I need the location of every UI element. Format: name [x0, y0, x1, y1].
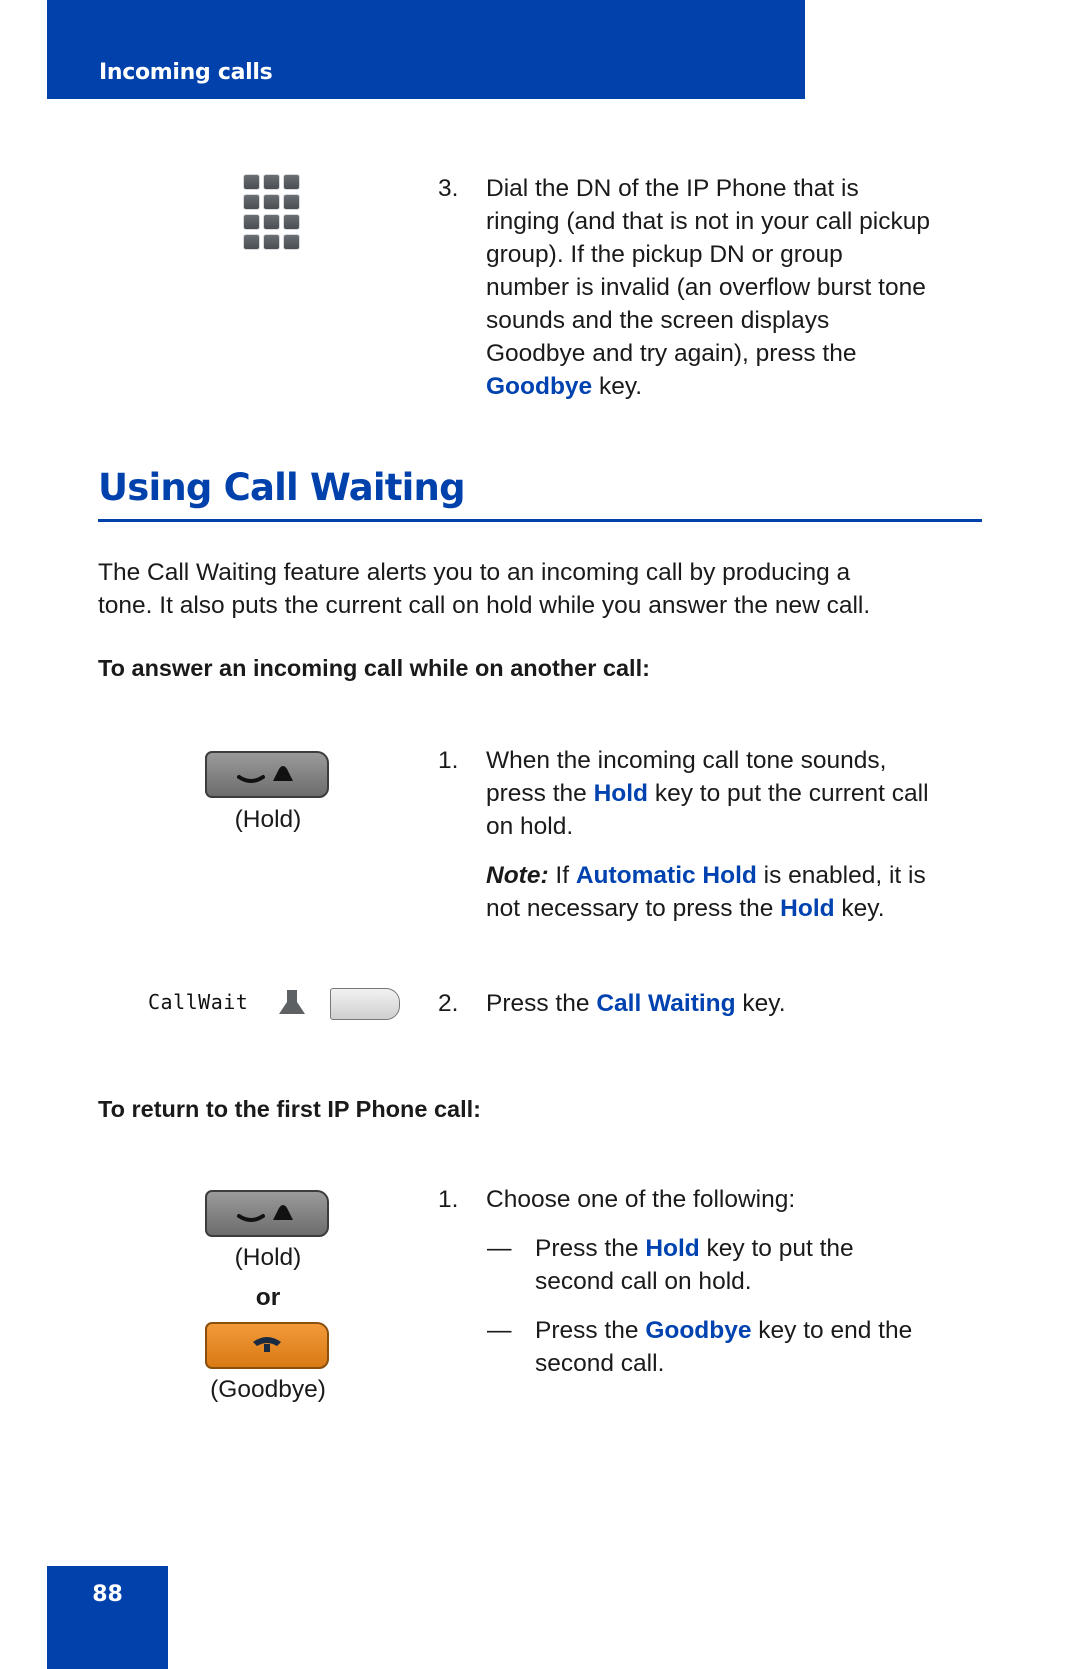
- hold-caption: (Hold): [234, 1244, 302, 1271]
- option-dash: —: [487, 1317, 512, 1344]
- hold-key-ref: Hold: [780, 895, 835, 922]
- automatic-hold-ref: Automatic Hold: [575, 862, 757, 889]
- or-label: or: [255, 1284, 281, 1311]
- section-intro: The Call Waiting feature alerts you to a…: [98, 556, 870, 622]
- note-text: If: [548, 862, 576, 889]
- hold-key-image: [205, 751, 329, 798]
- hold-key-ref: Hold: [593, 780, 649, 807]
- step-line: press the Hold key to put the current ca…: [486, 777, 1006, 810]
- callwait-softkey-label: CallWait: [148, 990, 249, 1014]
- goodbye-handset-icon: [253, 1337, 281, 1352]
- note-text: is enabled, it is: [756, 862, 926, 889]
- call-waiting-key-ref: Call Waiting: [596, 990, 736, 1017]
- hold-icon: [237, 766, 293, 783]
- note-text: not necessary to press the: [486, 895, 781, 922]
- step-number: 3.: [438, 175, 459, 202]
- chapter-title: Incoming calls: [99, 60, 273, 85]
- step-text: key to put the current call: [648, 780, 929, 807]
- step-line: Goodbye key.: [486, 370, 1006, 403]
- return-procedure-heading: To return to the first IP Phone call:: [98, 1096, 481, 1122]
- step-text: key.: [735, 990, 786, 1017]
- option-text: Press the: [535, 1317, 646, 1344]
- step-number: 2.: [438, 990, 459, 1017]
- step-line: Goodbye and try again), press the: [486, 340, 857, 367]
- intro-line: The Call Waiting feature alerts you to a…: [98, 559, 851, 586]
- goodbye-key-image: [205, 1322, 329, 1369]
- hold-caption: (Hold): [234, 806, 302, 833]
- note: Note: If Automatic Hold is enabled, it i…: [486, 859, 1006, 925]
- step-line: When the incoming call tone sounds,: [486, 747, 887, 774]
- softkey-indicator-icon: [279, 990, 305, 1014]
- hold-icon: [237, 1205, 293, 1222]
- page-number: 88: [92, 1582, 123, 1607]
- option-text: Press the: [535, 1235, 646, 1262]
- section-title: Using Call Waiting: [98, 466, 466, 509]
- goodbye-caption: (Goodbye): [210, 1376, 326, 1403]
- step-line: number is invalid (an overflow burst ton…: [486, 274, 926, 301]
- option-text: second call.: [535, 1350, 665, 1377]
- step-text: key.: [592, 373, 643, 400]
- step-text: Choose one of the following:: [486, 1186, 796, 1213]
- header-band: Incoming calls: [47, 0, 805, 99]
- step-number: 1.: [438, 1186, 459, 1213]
- option-text: key to put the: [699, 1235, 854, 1262]
- step-line: group). If the pickup DN or group: [486, 241, 843, 268]
- step-line: Dial the DN of the IP Phone that is: [486, 175, 859, 202]
- step-line: sounds and the screen displays: [486, 307, 830, 334]
- section-divider: [98, 519, 982, 522]
- hold-key-ref: Hold: [645, 1235, 700, 1262]
- step-number: 1.: [438, 747, 459, 774]
- answer-procedure-heading: To answer an incoming call while on anot…: [98, 655, 650, 681]
- step-text: press the: [486, 780, 594, 807]
- page-number-tab: 88: [47, 1566, 168, 1669]
- goodbye-key-ref: Goodbye: [486, 373, 593, 400]
- option-dash: —: [487, 1235, 512, 1262]
- option-text: second call on hold.: [535, 1268, 752, 1295]
- step-line: ringing (and that is not in your call pi…: [486, 208, 930, 235]
- note-label: Note:: [486, 862, 549, 889]
- note-text: key.: [834, 895, 885, 922]
- intro-line: tone. It also puts the current call on h…: [98, 592, 871, 619]
- callwait-softkey-image: [330, 988, 400, 1020]
- goodbye-key-ref: Goodbye: [645, 1317, 752, 1344]
- dialpad-icon: [244, 175, 300, 251]
- option-text: key to end the: [751, 1317, 913, 1344]
- step-line: on hold.: [486, 813, 574, 840]
- step-text: Press the: [486, 990, 597, 1017]
- hold-key-image: [205, 1190, 329, 1237]
